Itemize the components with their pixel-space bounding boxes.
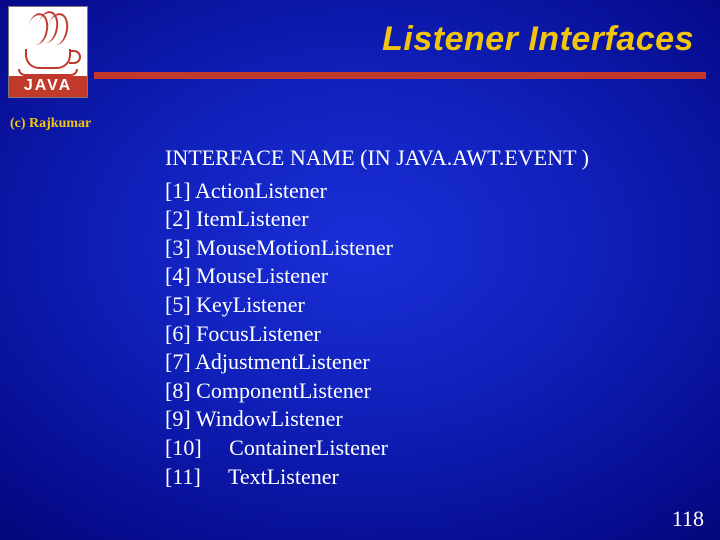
list-item: [2] ItemListener (165, 205, 589, 234)
logo-text: JAVA (9, 76, 87, 97)
coffee-steam-icon (24, 11, 72, 47)
list-item: [9] WindowListener (165, 405, 589, 434)
content-heading: INTERFACE NAME (IN JAVA.AWT.EVENT ) (165, 144, 589, 173)
slide-title: Listener Interfaces (382, 20, 694, 59)
copyright-text: (c) Rajkumar (10, 116, 91, 132)
list-item: [7] AdjustmentListener (165, 348, 589, 377)
content-body: INTERFACE NAME (IN JAVA.AWT.EVENT ) [1] … (165, 144, 589, 491)
coffee-saucer-icon (18, 69, 78, 76)
list-item: [8] ComponentListener (165, 377, 589, 406)
coffee-cup-icon (25, 49, 71, 69)
title-divider (94, 72, 706, 79)
page-number: 118 (672, 506, 704, 532)
list-item: [11] TextListener (165, 463, 589, 492)
list-item: [10] ContainerListener (165, 434, 589, 463)
list-item: [4] MouseListener (165, 262, 589, 291)
slide: JAVA Listener Interfaces (c) Rajkumar IN… (0, 0, 720, 540)
list-item: [6] FocusListener (165, 320, 589, 349)
java-logo: JAVA (8, 6, 88, 98)
list-item: [3] MouseMotionListener (165, 234, 589, 263)
list-item: [5] KeyListener (165, 291, 589, 320)
list-item: [1] ActionListener (165, 177, 589, 206)
